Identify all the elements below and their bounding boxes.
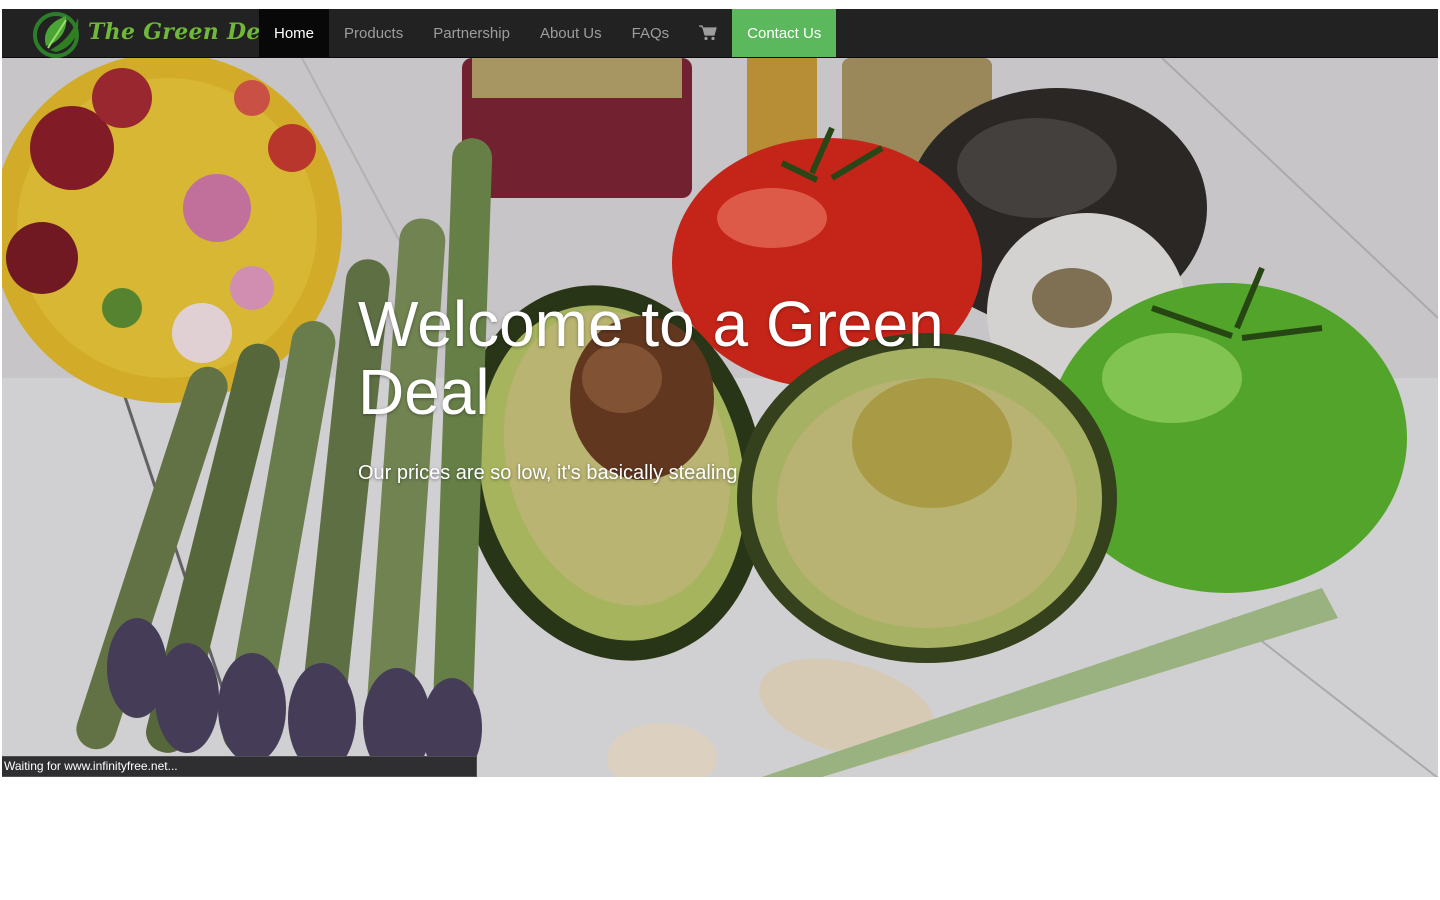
navbar: The Green Deal Home Products Partnership…: [2, 9, 1438, 58]
hero-title: Welcome to a Green Deal: [358, 288, 944, 428]
nav-home[interactable]: Home: [259, 9, 330, 57]
nav-about-us[interactable]: About Us: [525, 9, 617, 57]
hero-section: Welcome to a Green Deal Our prices are s…: [2, 58, 1438, 777]
shopping-cart-icon: [699, 25, 717, 41]
nav-menu: Home Products Partnership About Us FAQs …: [259, 9, 837, 57]
hero-subtitle: Our prices are so low, it's basically st…: [358, 462, 738, 484]
nav-partnership[interactable]: Partnership: [418, 9, 525, 57]
nav-contact-us-button[interactable]: Contact Us: [732, 9, 837, 57]
nav-faqs[interactable]: FAQs: [617, 9, 685, 57]
page: The Green Deal Home Products Partnership…: [2, 9, 1438, 777]
browser-status-bar: Waiting for www.infinityfree.net...: [2, 756, 477, 777]
nav-products[interactable]: Products: [329, 9, 418, 57]
brand-name: The Green Deal: [88, 19, 284, 45]
brand-link[interactable]: The Green Deal: [26, 9, 284, 58]
nav-cart[interactable]: [684, 9, 732, 57]
leaf-logo-icon: [33, 12, 79, 58]
